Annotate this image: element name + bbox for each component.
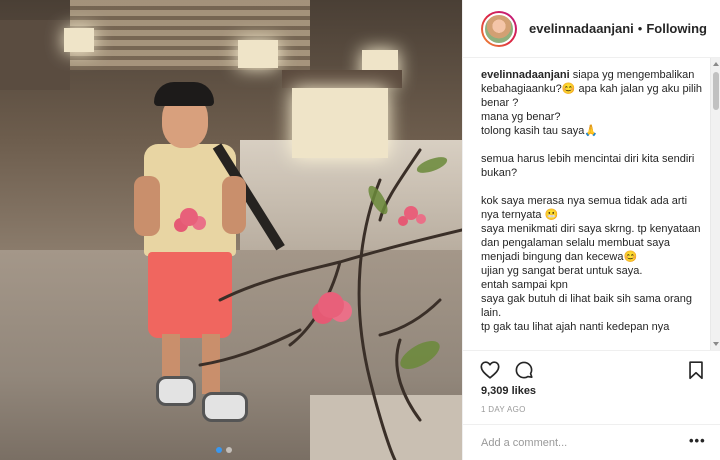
add-comment-bar: ••• bbox=[463, 424, 720, 460]
likes-count[interactable]: 9,309 likes bbox=[481, 385, 536, 397]
scrollbar-thumb[interactable] bbox=[713, 72, 719, 110]
caption-username-link[interactable]: evelinnadaanjani bbox=[481, 69, 570, 81]
pink-flower bbox=[404, 206, 418, 220]
carousel-indicator bbox=[216, 447, 232, 453]
post-side-panel: evelinnadaanjani • Following evelinnadaa… bbox=[462, 0, 720, 460]
caption-scrollbar[interactable] bbox=[710, 58, 720, 350]
comment-input[interactable] bbox=[481, 435, 681, 451]
avatar[interactable] bbox=[483, 12, 515, 45]
header-separator: • bbox=[637, 21, 643, 36]
bookmark-icon[interactable] bbox=[685, 359, 707, 381]
ellipsis-icon[interactable]: ••• bbox=[689, 433, 706, 448]
comment-icon[interactable] bbox=[513, 359, 535, 381]
carousel-dot bbox=[226, 447, 232, 453]
pink-flower bbox=[318, 292, 344, 318]
frangipani-branch bbox=[198, 148, 462, 460]
action-bar bbox=[463, 350, 720, 386]
header-username-link[interactable]: evelinnadaanjani bbox=[529, 21, 634, 36]
scroll-down-arrow-icon[interactable] bbox=[713, 342, 719, 346]
heart-icon[interactable] bbox=[479, 359, 501, 381]
scroll-up-arrow-icon[interactable] bbox=[713, 62, 719, 66]
post-image[interactable] bbox=[0, 0, 462, 460]
caption-text: siapa yg mengembalikan kebahagiaanku?😊 a… bbox=[481, 69, 703, 333]
avatar-story-ring[interactable] bbox=[481, 10, 517, 47]
carousel-dot-active bbox=[216, 447, 222, 453]
post-header: evelinnadaanjani • Following bbox=[463, 0, 720, 58]
post-timestamp[interactable]: 1 day ago bbox=[481, 405, 526, 414]
pink-flower bbox=[180, 208, 198, 226]
following-button[interactable]: Following bbox=[646, 21, 707, 36]
caption: evelinnadaanjani siapa yg mengembalikan … bbox=[481, 68, 705, 348]
